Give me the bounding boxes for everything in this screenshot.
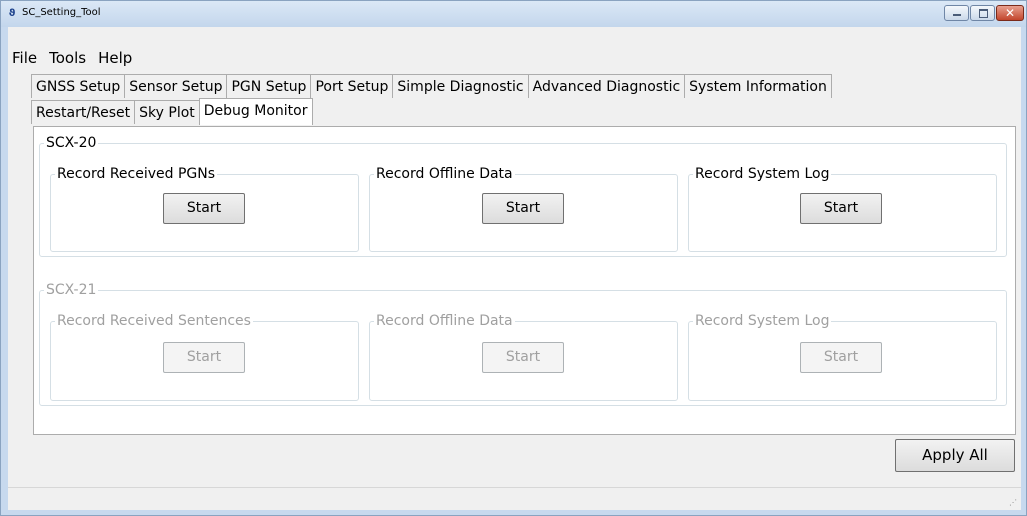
app-icon: ϑ [8,8,16,19]
apply-all-button[interactable]: Apply All [895,439,1015,472]
tab-row-1: GNSS Setup Sensor Setup PGN Setup Port S… [31,74,832,98]
close-icon: ✕ [1004,6,1016,20]
menu-tools[interactable]: Tools [43,47,92,69]
tab-pgn-setup[interactable]: PGN Setup [226,74,312,98]
tab-simple-diagnostic[interactable]: Simple Diagnostic [392,74,529,98]
tab-advanced-diagnostic[interactable]: Advanced Diagnostic [527,74,686,98]
scx20-record-offline-group: Record Offline Data Start [369,166,678,252]
scx21-record-syslog-title: Record System Log [695,313,830,329]
scx21-record-syslog-group: Record System Log Start [688,313,997,401]
tab-system-information[interactable]: System Information [684,74,832,98]
app-window: ϑ SC_Setting_Tool ✕ File Tools Help GNSS… [0,0,1027,516]
scx20-title: SCX-20 [46,135,97,151]
scx21-title: SCX-21 [46,282,97,298]
tab-restart-reset[interactable]: Restart/Reset [31,100,136,124]
scx21-record-offline-group: Record Offline Data Start [369,313,678,401]
scx20-record-syslog-group: Record System Log Start [688,166,997,252]
scx20-record-offline-start-button[interactable]: Start [482,193,564,224]
scx21-group: SCX-21 Record Received Sentences Start R… [39,282,1007,406]
menu-file[interactable]: File [8,47,43,69]
minimize-button[interactable] [944,5,969,21]
maximize-button[interactable] [970,5,995,21]
scx21-record-sentences-start-button: Start [163,342,245,373]
scx20-record-syslog-title: Record System Log [695,166,830,182]
tab-port-setup[interactable]: Port Setup [310,74,394,98]
resize-grip-icon[interactable]: ⋰ [1009,498,1017,507]
tab-gnss-setup[interactable]: GNSS Setup [31,74,126,98]
scx21-record-syslog-start-button: Start [800,342,882,373]
close-button[interactable]: ✕ [996,5,1024,21]
scx20-record-offline-title: Record Offline Data [376,166,513,182]
scx20-record-pgns-title: Record Received PGNs [57,166,216,182]
scx20-group: SCX-20 Record Received PGNs Start Record… [39,135,1007,257]
minimize-icon [953,14,961,16]
tab-row-2: Restart/Reset Sky Plot Debug Monitor [31,98,313,125]
tab-sensor-setup[interactable]: Sensor Setup [124,74,228,98]
scx21-record-offline-title: Record Offline Data [376,313,513,329]
window-title: SC_Setting_Tool [22,7,101,18]
tab-debug-monitor[interactable]: Debug Monitor [198,98,313,125]
menu-help[interactable]: Help [92,47,138,69]
debug-monitor-panel: SCX-20 Record Received PGNs Start Record… [33,126,1016,435]
scx20-record-pgns-start-button[interactable]: Start [163,193,245,224]
menu-bar: File Tools Help [8,47,138,69]
status-bar: ⋰ [8,487,1021,509]
maximize-icon [979,9,988,18]
scx20-record-pgns-group: Record Received PGNs Start [50,166,359,252]
scx20-record-syslog-start-button[interactable]: Start [800,193,882,224]
scx21-record-sentences-group: Record Received Sentences Start [50,313,359,401]
tab-sky-plot[interactable]: Sky Plot [134,100,200,124]
scx21-record-offline-start-button: Start [482,342,564,373]
title-bar[interactable]: ϑ SC_Setting_Tool ✕ [1,1,1026,27]
scx21-record-sentences-title: Record Received Sentences [57,313,251,329]
